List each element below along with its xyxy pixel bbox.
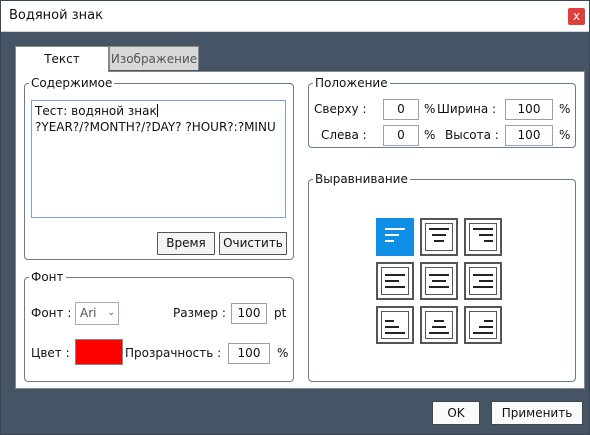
title-bar: Водяной знак x xyxy=(1,1,589,32)
position-legend: Положение xyxy=(315,76,388,90)
size-input[interactable]: 100 xyxy=(231,303,267,324)
chevron-down-icon: ⌄ xyxy=(107,308,115,318)
text-line-1: Тест: водяной знак xyxy=(35,104,158,118)
align-top-left-icon xyxy=(381,223,409,251)
align-bottom-left-icon xyxy=(381,311,409,339)
tab-image[interactable]: Изображение xyxy=(109,46,199,70)
align-top-right-icon xyxy=(469,223,497,251)
align-top-center-icon xyxy=(425,223,453,251)
tab-text[interactable]: Текст xyxy=(15,46,109,72)
align-bottom-right-button[interactable] xyxy=(464,306,502,344)
font-legend: Фонт xyxy=(31,270,64,284)
width-input[interactable]: 100 xyxy=(505,99,553,120)
content-group: Содержимое Тест: водяной знак ?YEAR?/?MO… xyxy=(24,76,294,260)
height-unit: % xyxy=(559,128,571,142)
align-top-center-button[interactable] xyxy=(420,218,458,256)
window-title: Водяной знак xyxy=(9,8,103,23)
clear-button[interactable]: Очистить xyxy=(219,232,287,255)
height-input[interactable]: 100 xyxy=(505,125,553,146)
align-middle-left-button[interactable] xyxy=(376,262,414,300)
top-unit: % xyxy=(424,102,436,116)
text-cursor xyxy=(156,104,158,117)
align-bottom-left-button[interactable] xyxy=(376,306,414,344)
align-bottom-center-button[interactable] xyxy=(420,306,458,344)
align-middle-right-button[interactable] xyxy=(464,262,502,300)
align-bottom-right-icon xyxy=(469,311,497,339)
align-top-right-button[interactable] xyxy=(464,218,502,256)
watermark-text-area[interactable]: Тест: водяной знак ?YEAR?/?MONTH?/?DAY? … xyxy=(31,100,286,218)
left-unit: % xyxy=(424,128,436,142)
align-top-left-button[interactable] xyxy=(376,218,414,256)
transparency-input[interactable]: 100 xyxy=(228,343,270,364)
left-label: Слева : xyxy=(321,128,367,142)
color-swatch[interactable] xyxy=(75,339,123,365)
text-line-2: ?YEAR?/?MONTH?/?DAY? ?HOUR?:?MINU xyxy=(35,120,276,134)
transparency-label: Прозрачность : xyxy=(125,346,222,360)
size-unit: pt xyxy=(274,306,287,320)
alignment-legend: Выравнивание xyxy=(315,172,408,186)
width-label: Ширина : xyxy=(437,102,497,116)
font-group: Фонт Фонт : Ari ⌄ Размер : 100 pt Цвет :… xyxy=(24,270,294,382)
font-label: Фонт : xyxy=(31,306,72,320)
height-label: Высота : xyxy=(445,128,499,142)
apply-button[interactable]: Применить xyxy=(491,401,583,425)
font-value: Ari xyxy=(80,306,97,320)
top-input[interactable]: 0 xyxy=(383,99,419,120)
color-label: Цвет : xyxy=(31,346,70,360)
left-input[interactable]: 0 xyxy=(383,125,419,146)
top-label: Сверху : xyxy=(314,102,367,116)
width-unit: % xyxy=(559,102,571,116)
transparency-unit: % xyxy=(277,346,289,360)
align-bottom-center-icon xyxy=(425,311,453,339)
content-legend: Содержимое xyxy=(31,76,113,90)
align-middle-center-icon xyxy=(425,267,453,295)
close-icon[interactable]: x xyxy=(568,8,585,25)
align-middle-right-icon xyxy=(469,267,497,295)
watermark-dialog: Водяной знак x Текст Изображение Содержи… xyxy=(0,0,590,435)
position-group: Положение Сверху : 0 % Ширина : 100 % Сл… xyxy=(308,76,576,148)
tab-panel: Содержимое Тест: водяной знак ?YEAR?/?MO… xyxy=(15,71,585,389)
align-middle-left-icon xyxy=(381,267,409,295)
alignment-group: Выравнивание xyxy=(308,172,576,382)
ok-button[interactable]: OK xyxy=(432,401,480,425)
font-select[interactable]: Ari ⌄ xyxy=(75,302,119,325)
align-middle-center-button[interactable] xyxy=(420,262,458,300)
time-button[interactable]: Время xyxy=(157,232,215,255)
size-label: Размер : xyxy=(173,306,226,320)
